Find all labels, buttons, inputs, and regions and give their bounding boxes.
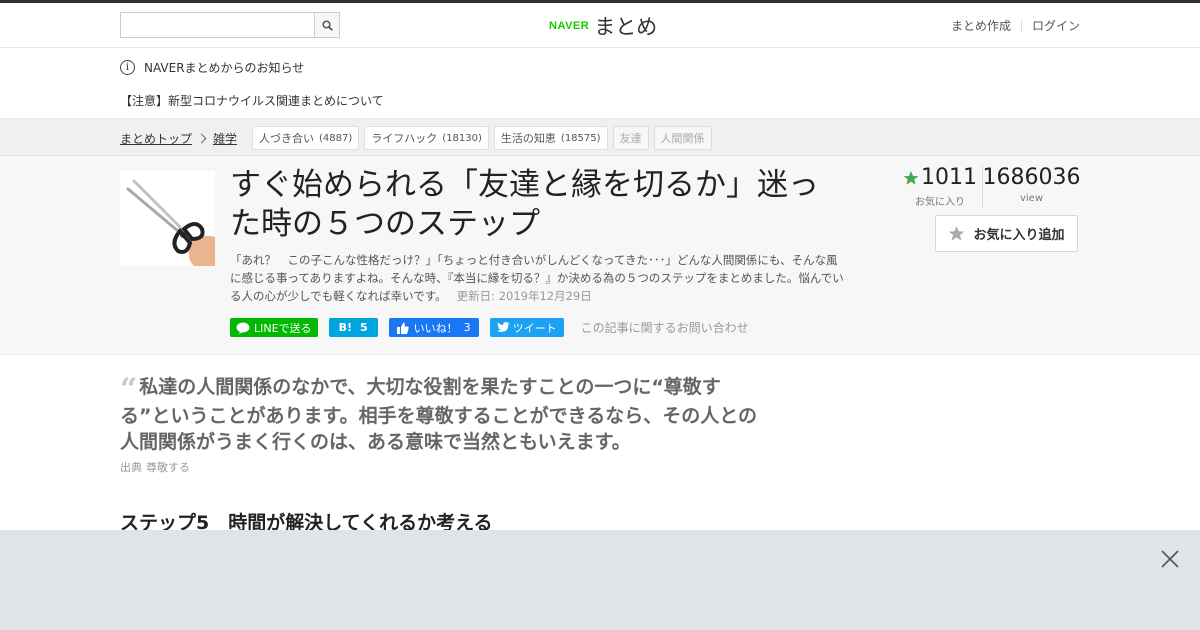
- article-description: 「あれ？ この子こんな性格だっけ？」「ちょっと付き合いがしんどくなってきた･･･…: [230, 251, 845, 305]
- favorites-count: 1011: [921, 165, 977, 190]
- login-link[interactable]: ログイン: [1032, 17, 1080, 34]
- star-outline-icon: [949, 226, 965, 241]
- notice-item-link[interactable]: 【注意】新型コロナウイルス関連まとめについて: [120, 92, 384, 109]
- views-count: 1686036: [982, 165, 1081, 190]
- site-logo[interactable]: NAVER まとめ: [549, 11, 657, 41]
- favorites-label: お気に入り: [915, 197, 965, 208]
- close-icon[interactable]: [1160, 549, 1180, 569]
- breadcrumb-top[interactable]: まとめトップ: [120, 130, 192, 147]
- scissors-image: [126, 179, 215, 266]
- facebook-like-count: 3: [463, 321, 471, 334]
- hatena-count: 5: [359, 321, 368, 334]
- hatena-icon: B!: [338, 321, 352, 334]
- article-title: すぐ始められる「友達と縁を切るか」迷った時の５つのステップ: [230, 167, 819, 242]
- tag-tomodachi[interactable]: 友達: [612, 126, 649, 150]
- header-divider: [1020, 19, 1022, 32]
- tag-count: (18130): [442, 132, 482, 144]
- quote-mark-icon: “: [120, 372, 138, 407]
- header-links: まとめ作成 ログイン: [951, 17, 1080, 34]
- create-matome-link[interactable]: まとめ作成: [951, 17, 1011, 34]
- logo-brand: NAVER: [549, 20, 590, 32]
- tweet-label: ツイート: [512, 321, 557, 335]
- share-bar: LINEで送る B! 5 いいね！ 3 ツイート この記事に関するお問い合わせ: [230, 318, 749, 337]
- search-icon: [321, 19, 333, 31]
- facebook-like-button[interactable]: いいね！ 3: [388, 318, 479, 337]
- search-box: [120, 12, 340, 38]
- facebook-like-label: いいね！: [413, 321, 458, 335]
- article-stats: 1011 お気に入り 1686036 view: [900, 165, 1081, 208]
- article-thumbnail: [120, 171, 215, 266]
- tag-lifehack[interactable]: ライフハック (18130): [364, 126, 489, 150]
- breadcrumb: まとめトップ 雑学 人づき合い (4887) ライフハック (18130) 生活…: [0, 119, 1200, 156]
- add-favorite-label: お気に入り追加: [973, 228, 1065, 243]
- notice-title: NAVERまとめからのお知らせ: [144, 61, 305, 75]
- tag-label: 友達: [619, 132, 642, 145]
- thumbs-up-icon: [396, 322, 409, 334]
- add-favorite-button[interactable]: お気に入り追加: [935, 215, 1078, 252]
- views-stat: 1686036 view: [982, 165, 1081, 208]
- views-label: view: [1019, 193, 1044, 204]
- line-label: LINEで送る: [254, 321, 312, 335]
- tweet-button[interactable]: ツイート: [489, 318, 564, 337]
- line-icon: [236, 322, 250, 334]
- tag-label: 生活の知恵: [500, 132, 556, 145]
- site-header: NAVER まとめ まとめ作成 ログイン: [0, 3, 1200, 48]
- quote-text: 私達の人間関係のなかで、大切な役割を果たすことの一つに“尊敬する”ということがあ…: [120, 376, 758, 453]
- source-link[interactable]: 尊敬する: [146, 461, 190, 474]
- inquiry-link[interactable]: この記事に関するお問い合わせ: [581, 319, 749, 336]
- notice-panel: i NAVERまとめからのお知らせ 【注意】新型コロナウイルス関連まとめについて: [0, 48, 1200, 119]
- tag-count: (4887): [319, 132, 353, 144]
- tag-label: ライフハック: [371, 132, 438, 145]
- quote-source: 出典 尊敬する: [120, 459, 194, 475]
- tag-hitozukiai[interactable]: 人づき合い (4887): [252, 126, 360, 150]
- notice-heading: i NAVERまとめからのお知らせ: [120, 59, 304, 76]
- tag-seikatsu-chie[interactable]: 生活の知恵 (18575): [493, 126, 608, 150]
- info-icon: i: [120, 60, 135, 75]
- favorites-stat: 1011 お気に入り: [900, 166, 982, 208]
- quote-block: “私達の人間関係のなかで、大切な役割を果たすことの一つに“尊敬する”ということが…: [120, 374, 760, 455]
- search-input[interactable]: [121, 13, 319, 35]
- twitter-bird-icon: [496, 322, 510, 332]
- tag-label: 人づき合い: [259, 132, 315, 145]
- logo-text: まとめ: [594, 15, 658, 39]
- line-share-button[interactable]: LINEで送る: [230, 318, 318, 337]
- search-button[interactable]: [314, 13, 339, 37]
- tag-ningen-kankei[interactable]: 人間関係: [653, 126, 712, 150]
- star-icon: [903, 171, 919, 185]
- tag-label: 人間関係: [660, 132, 705, 145]
- source-label: 出典: [120, 461, 142, 474]
- breadcrumb-category[interactable]: 雑学: [213, 130, 237, 147]
- hatena-bookmark-button[interactable]: B! 5: [328, 318, 378, 337]
- article-header: すぐ始められる「友達と縁を切るか」迷った時の５つのステップ 「あれ？ この子こん…: [0, 156, 1200, 355]
- chevron-right-icon: [196, 133, 207, 143]
- ad-banner: [0, 530, 1200, 630]
- updated-date: 更新日: 2019年12月29日: [456, 289, 592, 303]
- tag-count: (18575): [560, 132, 601, 144]
